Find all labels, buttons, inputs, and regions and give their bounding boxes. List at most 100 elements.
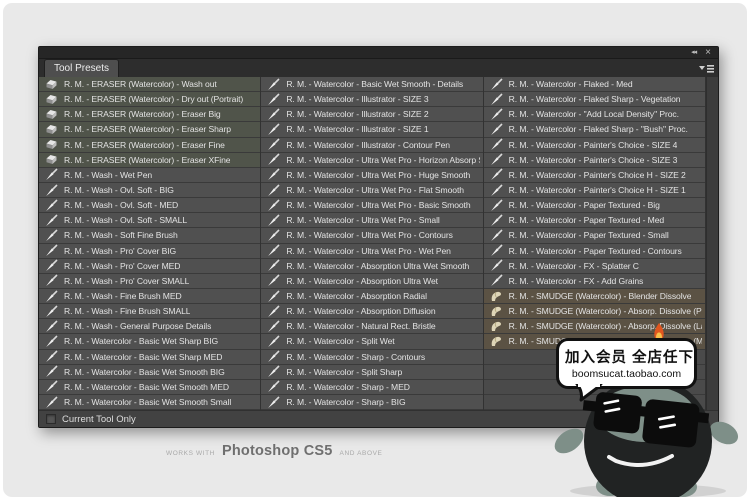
- preset-row[interactable]: R. M. - Watercolor - Flaked Sharp - "Bus…: [484, 122, 705, 137]
- preset-row[interactable]: R. M. - Wash - Fine Brush SMALL: [39, 304, 260, 319]
- preset-row[interactable]: R. M. - Watercolor - Natural Rect. Brist…: [261, 319, 482, 334]
- preset-label: R. M. - Wash - Fine Brush SMALL: [64, 306, 190, 316]
- brush-icon: [490, 274, 503, 287]
- preset-row[interactable]: R. M. - ERASER (Watercolor) - Eraser XFi…: [39, 153, 260, 168]
- preset-row[interactable]: R. M. - Watercolor - Ultra Wet Pro - Hug…: [261, 168, 482, 183]
- preset-row[interactable]: R. M. - Watercolor - FX - Splatter C: [484, 259, 705, 274]
- preset-label: R. M. - Watercolor - Absorption Ultra We…: [286, 276, 438, 286]
- brush-icon: [267, 214, 280, 227]
- preset-row[interactable]: R. M. - SMUDGE (Watercolor) - Absorp. Di…: [484, 304, 705, 319]
- preset-row[interactable]: R. M. - Watercolor - Flaked Sharp - Vege…: [484, 92, 705, 107]
- preset-row[interactable]: R. M. - Watercolor - Ultra Wet Pro - Bas…: [261, 198, 482, 213]
- preset-row[interactable]: R. M. - Watercolor - Ultra Wet Pro - Con…: [261, 228, 482, 243]
- smudge-icon: [490, 290, 503, 303]
- preset-row[interactable]: R. M. - Wash - Ovl. Soft - SMALL: [39, 213, 260, 228]
- preset-label: R. M. - Watercolor - Ultra Wet Pro - Wet…: [286, 246, 450, 256]
- preset-row[interactable]: R. M. - Wash - Pro' Cover MED: [39, 259, 260, 274]
- preset-row[interactable]: R. M. - Wash - Wet Pen: [39, 168, 260, 183]
- preset-row[interactable]: R. M. - Watercolor - Illustrator - Conto…: [261, 138, 482, 153]
- preset-row[interactable]: R. M. - Watercolor - Sharp - BIG: [261, 395, 482, 410]
- preset-row[interactable]: R. M. - Watercolor - Basic Wet Sharp MED: [39, 350, 260, 365]
- preset-row[interactable]: R. M. - Watercolor - Basic Wet Smooth - …: [261, 77, 482, 92]
- product-wordmark: Photoshop CS5: [222, 443, 333, 459]
- panel-menu-icon[interactable]: [699, 64, 715, 73]
- brush-icon: [45, 229, 58, 242]
- preset-row[interactable]: R. M. - ERASER (Watercolor) - Eraser Big: [39, 107, 260, 122]
- preset-row[interactable]: R. M. - Wash - General Purpose Details: [39, 319, 260, 334]
- preset-row[interactable]: R. M. - Watercolor - Sharp - Contours: [261, 350, 482, 365]
- preset-label: R. M. - Wash - Wet Pen: [64, 170, 152, 180]
- preset-row[interactable]: R. M. - Watercolor - Flaked - Med: [484, 77, 705, 92]
- preset-row[interactable]: R. M. - Watercolor - Paper Textured - Me…: [484, 213, 705, 228]
- preset-row[interactable]: R. M. - Watercolor - Absorption Radial: [261, 289, 482, 304]
- close-panel-icon[interactable]: ×: [705, 48, 711, 58]
- preset-label: R. M. - Watercolor - Paper Textured - Me…: [509, 215, 664, 225]
- preset-row[interactable]: R. M. - Watercolor - Basic Wet Smooth ME…: [39, 380, 260, 395]
- preset-row[interactable]: R. M. - Watercolor - Illustrator - SIZE …: [261, 107, 482, 122]
- brush-icon: [45, 320, 58, 333]
- preset-row[interactable]: R. M. - Watercolor - Ultra Wet Pro - Sma…: [261, 213, 482, 228]
- preset-row[interactable]: R. M. - Watercolor - Ultra Wet Pro - Hor…: [261, 153, 482, 168]
- preset-row[interactable]: R. M. - Watercolor - Absorption Ultra We…: [261, 274, 482, 289]
- brush-icon: [490, 123, 503, 136]
- preset-label: R. M. - Wash - Ovl. Soft - MED: [64, 200, 178, 210]
- brush-icon: [267, 184, 280, 197]
- preset-row[interactable]: R. M. - Watercolor - Basic Wet Smooth Sm…: [39, 395, 260, 410]
- preset-row[interactable]: R. M. - SMUDGE (Watercolor) - Blender Di…: [484, 289, 705, 304]
- preset-row[interactable]: R. M. - Wash - Pro' Cover SMALL: [39, 274, 260, 289]
- preset-row[interactable]: R. M. - Wash - Ovl. Soft - BIG: [39, 183, 260, 198]
- preset-row[interactable]: R. M. - Watercolor - Painter's Choice H …: [484, 183, 705, 198]
- preset-row[interactable]: R. M. - Watercolor - Split Sharp: [261, 365, 482, 380]
- brush-icon: [45, 335, 58, 348]
- preset-row[interactable]: R. M. - Watercolor - Basic Wet Sharp BIG: [39, 334, 260, 349]
- preset-row[interactable]: R. M. - Watercolor - Ultra Wet Pro - Fla…: [261, 183, 482, 198]
- preset-row[interactable]: R. M. - Watercolor - Split Wet: [261, 334, 482, 349]
- preset-row[interactable]: R. M. - Watercolor - FX - Add Grains: [484, 274, 705, 289]
- preset-row[interactable]: R. M. - ERASER (Watercolor) - Eraser Fin…: [39, 138, 260, 153]
- tab-tool-presets[interactable]: Tool Presets: [44, 59, 119, 77]
- smudge-icon: [490, 335, 503, 348]
- preset-label: R. M. - Watercolor - Flaked - Med: [509, 79, 633, 89]
- preset-row[interactable]: R. M. - Watercolor - Absorption Ultra We…: [261, 259, 482, 274]
- preset-label: R. M. - SMUDGE (Watercolor) - Blender Di…: [509, 291, 692, 301]
- preset-label: R. M. - Watercolor - Basic Wet Smooth Sm…: [64, 397, 231, 407]
- preset-row[interactable]: R. M. - Watercolor - Illustrator - SIZE …: [261, 92, 482, 107]
- collapse-panel-icon[interactable]: ◂◂: [691, 49, 696, 56]
- preset-row[interactable]: R. M. - ERASER (Watercolor) - Dry out (P…: [39, 92, 260, 107]
- preset-row[interactable]: R. M. - Wash - Soft Fine Brush: [39, 228, 260, 243]
- panel-tabbar: Tool Presets: [39, 59, 718, 77]
- current-tool-only-checkbox[interactable]: [46, 414, 56, 424]
- preset-row[interactable]: R. M. - Watercolor - Ultra Wet Pro - Wet…: [261, 244, 482, 259]
- brush-icon: [45, 244, 58, 257]
- preset-row[interactable]: R. M. - Watercolor - "Add Local Density"…: [484, 107, 705, 122]
- brush-icon: [45, 274, 58, 287]
- preset-label: R. M. - Watercolor - Absorption Diffusio…: [286, 306, 435, 316]
- eraser-icon: [45, 108, 58, 121]
- preset-row[interactable]: R. M. - ERASER (Watercolor) - Wash out: [39, 77, 260, 92]
- preset-row[interactable]: R. M. - Watercolor - Paper Textured - Co…: [484, 244, 705, 259]
- brush-icon: [45, 290, 58, 303]
- preset-label: R. M. - Watercolor - Painter's Choice - …: [509, 155, 678, 165]
- preset-row[interactable]: R. M. - Watercolor - Painter's Choice H …: [484, 168, 705, 183]
- preset-label: R. M. - Watercolor - Ultra Wet Pro - Bas…: [286, 200, 470, 210]
- brush-icon: [267, 244, 280, 257]
- brush-icon: [267, 199, 280, 212]
- preset-row[interactable]: R. M. - ERASER (Watercolor) - Eraser Sha…: [39, 122, 260, 137]
- preset-row[interactable]: R. M. - Watercolor - Paper Textured - Sm…: [484, 228, 705, 243]
- preset-row[interactable]: R. M. - Watercolor - Painter's Choice - …: [484, 138, 705, 153]
- preset-row[interactable]: R. M. - Watercolor - Paper Textured - Bi…: [484, 198, 705, 213]
- preset-label: R. M. - Wash - Soft Fine Brush: [64, 230, 178, 240]
- preset-label: R. M. - Watercolor - FX - Splatter C: [509, 261, 639, 271]
- preset-row[interactable]: R. M. - Watercolor - Absorption Diffusio…: [261, 304, 482, 319]
- preset-label: R. M. - Watercolor - Ultra Wet Pro - Con…: [286, 230, 452, 240]
- preset-row[interactable]: R. M. - Wash - Ovl. Soft - MED: [39, 198, 260, 213]
- panel-titlebar[interactable]: ◂◂ ×: [39, 47, 718, 59]
- brush-icon: [45, 168, 58, 181]
- preset-row[interactable]: R. M. - Watercolor - Basic Wet Smooth BI…: [39, 365, 260, 380]
- preset-row[interactable]: R. M. - Watercolor - Illustrator - SIZE …: [261, 122, 482, 137]
- preset-row[interactable]: R. M. - Watercolor - Painter's Choice - …: [484, 153, 705, 168]
- preset-row[interactable]: R. M. - Watercolor - Sharp - MED: [261, 380, 482, 395]
- brush-icon: [490, 184, 503, 197]
- preset-row[interactable]: R. M. - Wash - Pro' Cover BIG: [39, 244, 260, 259]
- preset-row[interactable]: R. M. - Wash - Fine Brush MED: [39, 289, 260, 304]
